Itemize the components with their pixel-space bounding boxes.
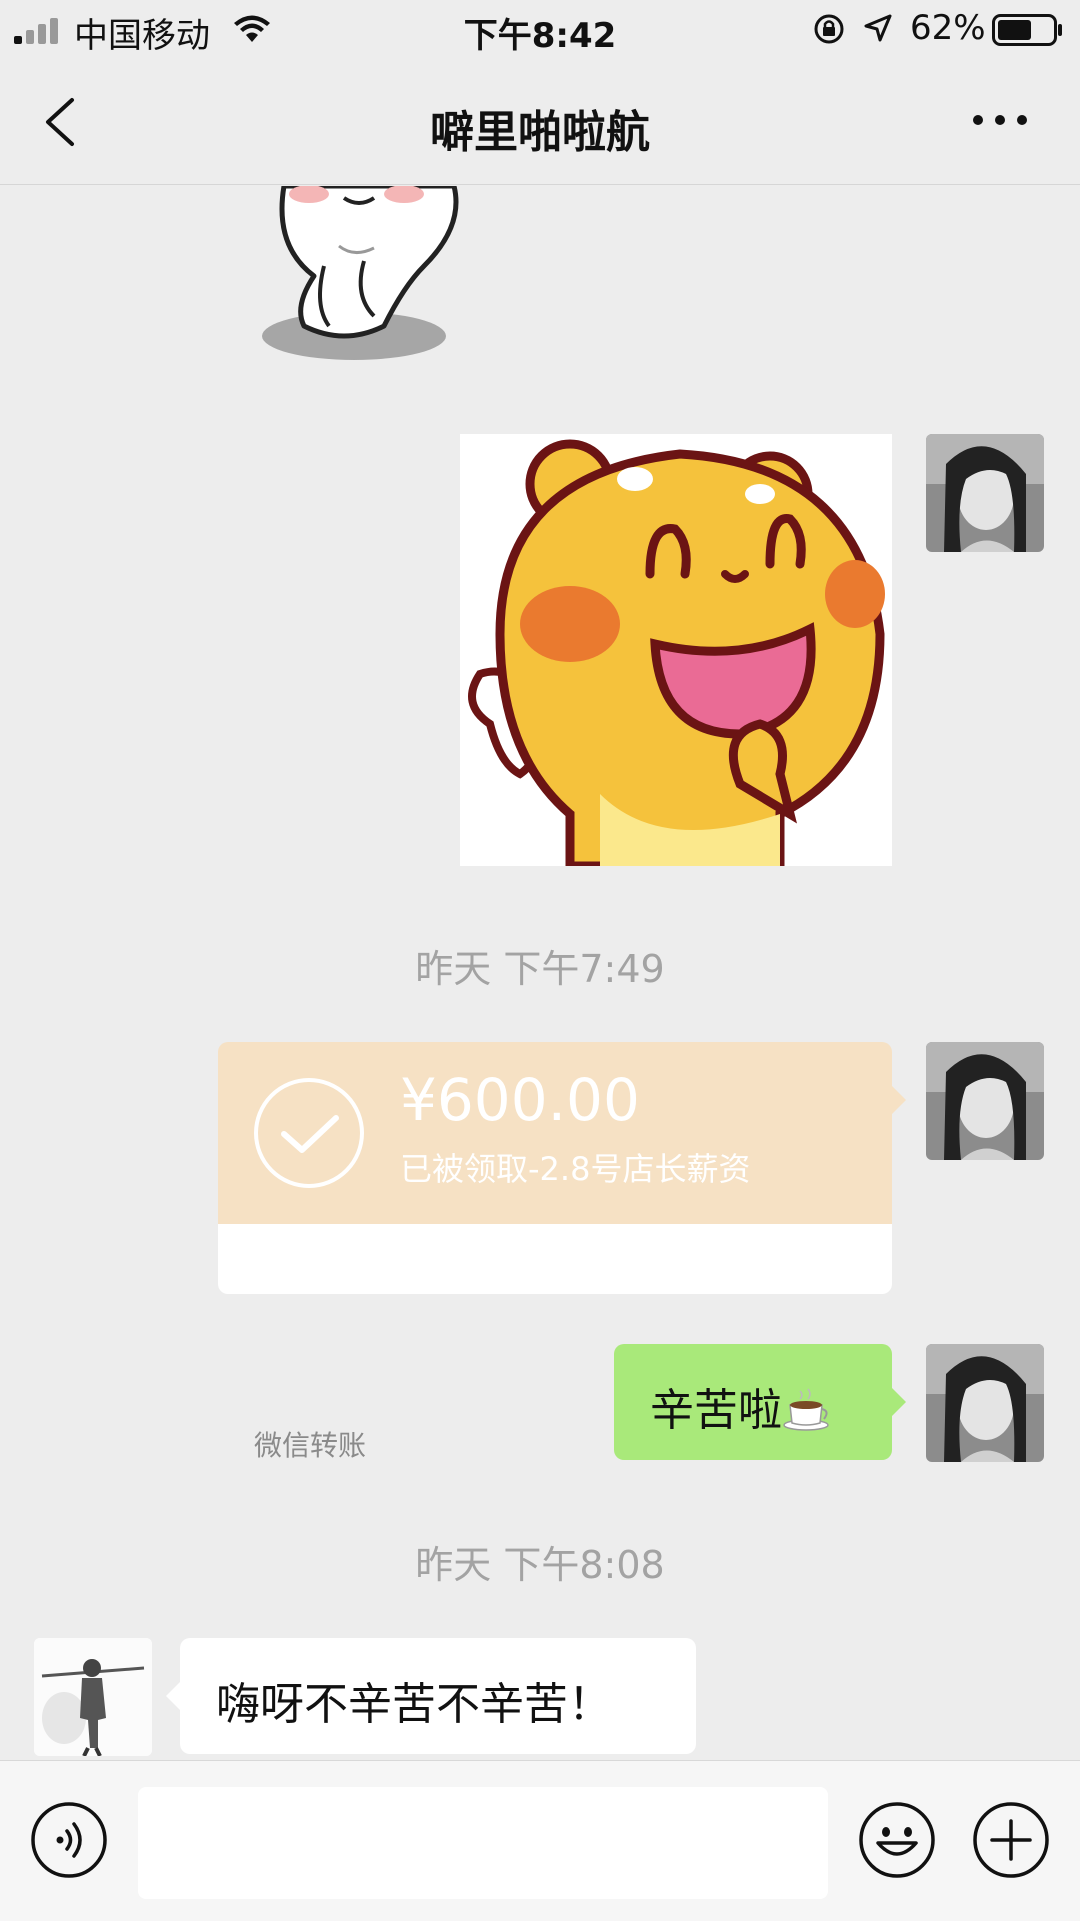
- coffee-cup-emoji-icon: [783, 1388, 829, 1431]
- chat-title: 噼里啪啦航: [430, 107, 650, 158]
- message-input[interactable]: [138, 1787, 828, 1899]
- timestamp: 昨天 下午8:08: [415, 1543, 665, 1587]
- my-avatar[interactable]: [926, 1344, 1044, 1462]
- transfer-amount: ¥600.00: [400, 1066, 640, 1134]
- chat-header: 噼里啪啦航: [0, 60, 1080, 185]
- sticker-bunny-image[interactable]: [254, 186, 524, 366]
- input-toolbar: [0, 1760, 1080, 1921]
- transfer-description: 已被领取-2.8号店长薪资: [400, 1150, 751, 1188]
- bubble-tail: [892, 1086, 906, 1114]
- message-text: 辛苦啦: [650, 1385, 782, 1436]
- wechat-transfer-card[interactable]: ¥600.00 已被领取-2.8号店长薪资 微信转账: [218, 1042, 906, 1462]
- sticker-yellow-bear-image[interactable]: [460, 434, 892, 866]
- transfer-card-body: ¥600.00 已被领取-2.8号店长薪资: [218, 1042, 892, 1224]
- contact-avatar[interactable]: [34, 1638, 152, 1756]
- transfer-card-footer: 微信转账: [218, 1224, 892, 1462]
- my-avatar[interactable]: [926, 1042, 1044, 1160]
- transfer-type-label: 微信转账: [254, 1429, 367, 1462]
- more-options-icon[interactable]: [966, 100, 1036, 140]
- checkmark-circle-icon: [254, 1078, 364, 1188]
- emoji-icon[interactable]: [858, 1801, 936, 1879]
- status-bar: 中国移动 下午8:42 62%: [0, 0, 1080, 60]
- location-arrow-icon: [864, 14, 892, 42]
- bubble-tail: [166, 1682, 180, 1710]
- incoming-message-bubble[interactable]: 嗨呀不辛苦不辛苦！: [166, 1638, 696, 1754]
- outgoing-message-bubble[interactable]: 辛苦啦: [614, 1344, 906, 1460]
- voice-input-icon[interactable]: [30, 1801, 108, 1879]
- bubble-tail: [892, 1388, 906, 1416]
- battery-icon: [992, 14, 1062, 46]
- my-avatar[interactable]: [926, 434, 1044, 552]
- rotation-lock-icon: [814, 14, 844, 44]
- battery-percentage: 62%: [910, 8, 986, 48]
- message-text: 嗨呀不辛苦不辛苦！: [216, 1679, 612, 1730]
- add-more-icon[interactable]: [972, 1801, 1050, 1879]
- message-list[interactable]: 昨天 下午7:49 ¥600.00 已被领取-2.8号店长薪资 微信转账 辛苦啦…: [0, 186, 1080, 1760]
- timestamp: 昨天 下午7:49: [415, 947, 665, 991]
